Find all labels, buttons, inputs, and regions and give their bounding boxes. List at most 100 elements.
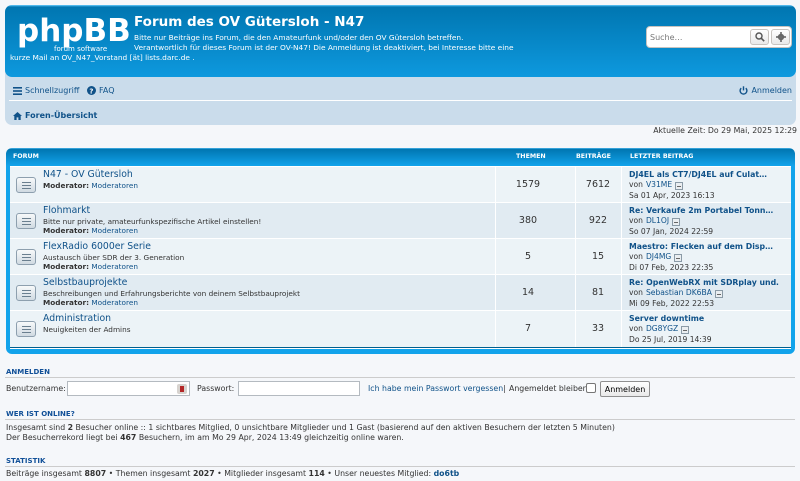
question-icon: ? [87,86,96,95]
last-post-title[interactable]: Re: Verkaufe 2m Portabel Tonn… [629,206,773,215]
last-post-title[interactable]: DJ4EL als CT7/DJ4EL auf Culat… [629,170,767,179]
login-section-title: Anmelden [6,368,50,376]
header: phpBB forum software Forum des OV Güters… [5,5,796,125]
current-time: Aktuelle Zeit: Do 29 Mai, 2025 12:29 [653,126,797,135]
site-desc-line-1: Bitte nur Beiträge ins Forum, die den Am… [134,33,464,42]
forum-title-link[interactable]: Selbstbauprojekte [43,277,127,288]
topics-count: 380 [518,215,538,226]
last-post-date: So 07 Jan, 2024 22:59 [629,227,714,236]
quick-links-label: Schnellzugriff [25,86,80,95]
username-input[interactable] [67,381,190,396]
forum-moderators: Moderator: Moderatoren [43,181,138,190]
forum-title-link[interactable]: N47 - OV Gütersloh [43,169,133,180]
faq-link[interactable]: ? FAQ [87,86,115,95]
moderator-link[interactable]: Moderatoren [91,262,138,271]
moderator-link[interactable]: Moderatoren [91,226,138,235]
newest-member-link[interactable]: do6tb [434,469,460,478]
online-text-a: Insgesamt sind [6,423,68,432]
logo-text: phpBB [17,13,131,49]
last-post-title[interactable]: Server downtime [629,314,704,323]
view-latest-post-icon[interactable] [681,325,690,334]
forum-row: Selbstbauprojekte Beschreibungen und Erf… [10,274,791,312]
remember-me-checkbox[interactable] [586,383,596,393]
site-desc-line-3: kurze Mail an OV_N47_Vorstand [ät] lists… [10,53,195,62]
forum-moderators: Moderator: Moderatoren [43,298,138,307]
by-label: von [629,252,643,261]
last-post-date: Sa 01 Apr, 2023 16:13 [629,191,715,200]
last-post-author: von DG8YGZ [629,324,690,334]
search-input[interactable] [650,30,749,44]
password-manager-icon[interactable] [177,384,187,394]
site-description: Bitte nur Beiträge ins Forum, die den Am… [134,33,514,53]
newest-member-label: • Unser neuestes Mitglied: [324,469,434,478]
posts-count: 33 [591,323,605,334]
posts-count: 922 [588,215,608,226]
forum-description: Neuigkeiten der Admins [43,325,131,334]
by-label: von [629,288,643,297]
view-latest-post-icon[interactable] [675,181,684,190]
last-post-author: von Sebastian DK6BA [629,288,723,298]
gear-icon [775,32,786,42]
logo-subtext: forum software [54,45,107,53]
site-title: Forum des OV Gütersloh - N47 [134,14,365,30]
login-button[interactable]: Anmelden [600,381,650,397]
last-post-user-link[interactable]: Sebastian DK6BA [646,288,712,297]
login-label: Anmelden [751,86,792,95]
last-post-user-link[interactable]: DJ4MG [646,252,671,261]
home-icon [13,111,22,120]
forum-read-icon [16,249,36,265]
topics-total: 2027 [192,469,215,478]
view-latest-post-icon[interactable] [714,289,723,298]
forum-moderators: Moderator: Moderatoren [43,226,138,235]
last-post-user-link[interactable]: DL1OJ [646,216,669,225]
login-link[interactable]: Anmelden [739,86,792,95]
forum-title-link[interactable]: Administration [43,313,111,324]
forum-row: Administration Neuigkeiten der Admins 7 … [10,310,791,348]
statistics-text: Beiträge insgesamt 8807 • Themen insgesa… [6,469,459,479]
last-post-title[interactable]: Maestro: Flecken auf dem Disp… [629,242,773,251]
last-post-user-link[interactable]: V31ME [646,180,672,189]
search-button[interactable] [750,29,769,45]
last-post-title[interactable]: Re: OpenWebRX mit SDRplay und… [629,278,779,287]
separator: | [503,384,506,393]
last-post-date: Di 07 Feb, 2023 22:35 [629,263,714,272]
password-input[interactable] [238,381,360,396]
section-divider [5,419,795,420]
online-text-c: Besucher online :: 1 sichtbares Mitglied… [73,423,615,432]
moderator-link[interactable]: Moderatoren [91,298,138,307]
by-label: von [629,216,643,225]
forum-read-icon [16,321,36,337]
forum-table-header: Forum Themen Beiträge Letzter Beitrag [10,152,791,166]
quick-login-form: Benutzername: Passwort: Ich habe mein Pa… [6,381,795,397]
section-divider [5,377,795,378]
header-forum: Forum [13,153,39,160]
header-bar: phpBB forum software Forum des OV Güters… [5,5,796,77]
moderator-link[interactable]: Moderatoren [91,181,138,190]
view-latest-post-icon[interactable] [672,217,681,226]
posts-count: 15 [591,251,605,262]
breadcrumb[interactable]: Foren-Übersicht [13,111,97,120]
statistics-section-title: Statistik [6,457,46,465]
quick-links-menu[interactable]: Schnellzugriff [13,86,79,95]
forum-read-icon [16,213,36,229]
forum-read-icon [16,285,36,301]
members-total-label: • Mitglieder insgesamt [214,469,309,478]
forum-row: FlexRadio 6000er Serie Austausch über SD… [10,238,791,276]
by-label: von [629,324,643,333]
forum-title-link[interactable]: FlexRadio 6000er Serie [43,241,151,252]
header-last-post: Letzter Beitrag [630,153,694,160]
site-desc-line-2: Verantwortlich für dieses Forum ist der … [134,43,514,52]
site-logo[interactable]: phpBB forum software [13,9,131,55]
last-post-user-link[interactable]: DG8YGZ [646,324,678,333]
forgot-password-link[interactable]: Ich habe mein Passwort vergessen [368,384,503,393]
view-latest-post-icon[interactable] [674,253,683,262]
advanced-search-button[interactable] [771,29,790,45]
forum-description: Bitte nur private, amateurfunkspezifisch… [43,217,262,226]
search-icon [754,32,765,42]
posts-count: 81 [591,287,605,298]
topics-count: 1579 [515,179,541,190]
forum-title-link[interactable]: Flohmarkt [43,205,90,216]
last-post-date: Mi 09 Feb, 2022 22:53 [629,299,715,308]
last-post-author: von V31ME [629,180,684,190]
section-divider [5,466,795,467]
